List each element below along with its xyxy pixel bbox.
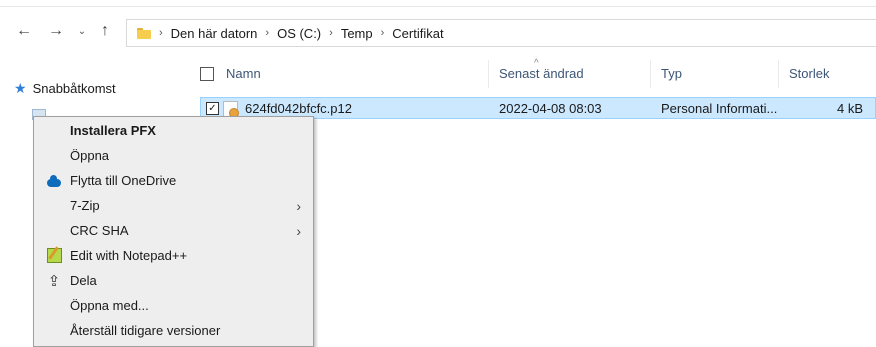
menu-item-open-with[interactable]: Öppna med... [34, 293, 313, 318]
file-type: Personal Informati... [661, 101, 778, 116]
column-header-name[interactable]: Namn [226, 66, 261, 81]
menu-item-label: Öppna med... [70, 298, 149, 313]
row-checkbox[interactable]: ✓ [206, 102, 219, 115]
menu-item-label: 7-Zip [70, 198, 100, 213]
select-all-checkbox[interactable] [200, 67, 214, 81]
sidebar-item-label: Snabbåtkomst [32, 81, 116, 96]
menu-item-label: Dela [70, 273, 97, 288]
menu-item-edit-with-notepad[interactable]: Edit with Notepad++ [34, 243, 313, 268]
up-arrow-icon[interactable]: ↑ [94, 20, 116, 42]
breadcrumb-separator-icon[interactable]: › [159, 27, 163, 39]
submenu-arrow-icon: › [296, 197, 301, 214]
context-menu: Installera PFX Öppna Flytta till OneDriv… [33, 116, 314, 347]
file-modified: 2022-04-08 08:03 [499, 101, 602, 116]
menu-item-install-pfx[interactable]: Installera PFX [34, 118, 313, 143]
menu-item-open[interactable]: Öppna [34, 143, 313, 168]
menu-item-label: CRC SHA [70, 223, 129, 238]
ribbon-edge [0, 0, 876, 7]
file-size: 4 kB [837, 101, 864, 116]
sidebar-item-quick-access[interactable]: ★ Snabbåtkomst [14, 80, 116, 97]
back-arrow-icon[interactable]: ← [12, 20, 36, 42]
menu-item-label: Edit with Notepad++ [70, 248, 188, 263]
breadcrumb-item-this-pc[interactable]: Den här datorn [171, 26, 258, 41]
onedrive-cloud-icon [46, 173, 62, 189]
menu-item-label: Flytta till OneDrive [70, 173, 177, 188]
column-header-type[interactable]: Typ [661, 66, 682, 81]
share-icon: ⇪ [47, 272, 61, 290]
menu-item-crc-sha[interactable]: CRC SHA › [34, 218, 313, 243]
address-bar[interactable]: › Den här datorn › OS (C:) › Temp › Cert… [126, 19, 876, 47]
menu-item-label: Installera PFX [70, 123, 156, 138]
column-divider[interactable] [488, 60, 489, 88]
submenu-arrow-icon: › [296, 222, 301, 239]
breadcrumb-separator-icon[interactable]: › [265, 27, 269, 39]
menu-item-share[interactable]: ⇪ Dela [34, 268, 313, 293]
breadcrumb-item-certifikat[interactable]: Certifikat [392, 26, 443, 41]
column-header-modified[interactable]: Senast ändrad [499, 66, 584, 81]
file-name[interactable]: 624fd042bfcfc.p12 [245, 101, 352, 116]
breadcrumb-separator-icon[interactable]: › [329, 27, 333, 39]
menu-item-label: Återställ tidigare versioner [70, 323, 221, 338]
column-header-size[interactable]: Storlek [789, 66, 829, 81]
folder-icon [137, 27, 151, 39]
breadcrumb-item-os-c[interactable]: OS (C:) [277, 26, 321, 41]
star-icon: ★ [14, 80, 27, 96]
column-header: Namn ^ Senast ändrad Typ Storlek [190, 58, 876, 88]
menu-item-move-to-onedrive[interactable]: Flytta till OneDrive [34, 168, 313, 193]
menu-item-label: Öppna [70, 148, 110, 163]
menu-item-restore-previous-versions[interactable]: Återställ tidigare versioner [34, 318, 313, 343]
column-divider[interactable] [650, 60, 651, 88]
column-divider[interactable] [778, 60, 779, 88]
menu-item-7zip[interactable]: 7-Zip › [34, 193, 313, 218]
breadcrumb-separator-icon[interactable]: › [381, 27, 385, 39]
navigation-bar: ← → ⌄ ↑ › Den här datorn › OS (C:) › Tem… [0, 14, 876, 50]
notepad-plus-plus-icon [46, 248, 62, 264]
breadcrumb-item-temp[interactable]: Temp [341, 26, 373, 41]
recent-locations-chevron-icon[interactable]: ⌄ [74, 20, 90, 42]
forward-arrow-icon[interactable]: → [44, 20, 68, 42]
